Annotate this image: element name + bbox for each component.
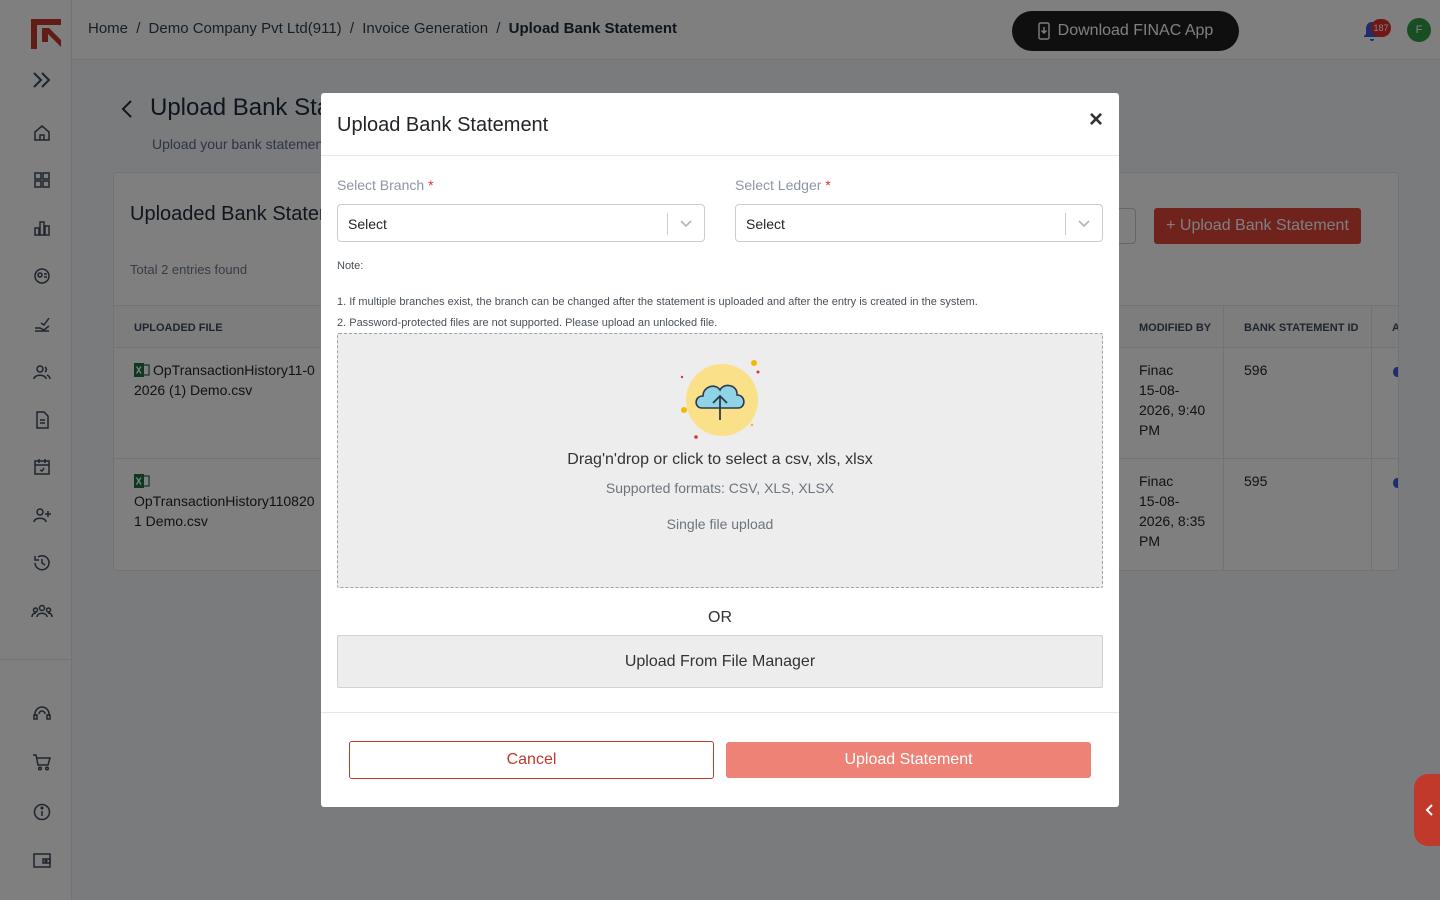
branch-label-text: Select Branch	[337, 177, 425, 193]
cancel-button[interactable]: Cancel	[349, 741, 714, 779]
modal-title: Upload Bank Statement	[337, 114, 549, 136]
required-mark: *	[428, 177, 434, 193]
upload-from-file-manager-button[interactable]: Upload From File Manager	[337, 635, 1103, 688]
modal-divider	[321, 155, 1119, 156]
or-divider: OR	[708, 609, 732, 626]
cloud-upload-icon	[680, 360, 760, 439]
select-separator	[667, 213, 668, 235]
ledger-select[interactable]: Select	[735, 204, 1103, 242]
dropzone-single-file: Single file upload	[666, 516, 774, 532]
dropzone-formats: Supported formats: CSV, XLS, XLSX	[605, 480, 835, 496]
chevron-left-icon	[1425, 804, 1433, 816]
chevron-down-icon[interactable]	[679, 216, 693, 230]
ledger-label: Select Ledger *	[735, 177, 831, 193]
close-icon[interactable]: ×	[1084, 108, 1108, 132]
note-item-2: 2. Password-protected files are not supp…	[337, 317, 718, 329]
file-dropzone[interactable]: Drag'n'drop or click to select a csv, xl…	[337, 333, 1103, 588]
side-panel-toggle[interactable]	[1414, 774, 1440, 846]
branch-select-value: Select	[348, 216, 387, 232]
modal-divider	[321, 712, 1119, 713]
required-mark: *	[825, 177, 831, 193]
chevron-down-icon[interactable]	[1077, 216, 1091, 230]
ledger-label-text: Select Ledger	[735, 177, 822, 193]
branch-label: Select Branch *	[337, 177, 434, 193]
dropzone-instruction: Drag'n'drop or click to select a csv, xl…	[567, 451, 873, 468]
select-separator	[1065, 213, 1066, 235]
branch-select[interactable]: Select	[337, 204, 705, 242]
note-label: Note:	[337, 260, 364, 272]
ledger-select-value: Select	[746, 216, 785, 232]
note-item-1: 1. If multiple branches exist, the branc…	[337, 296, 978, 308]
upload-statement-button[interactable]: Upload Statement	[726, 742, 1091, 778]
upload-statement-modal: Upload Bank Statement × Select Branch * …	[321, 93, 1119, 807]
